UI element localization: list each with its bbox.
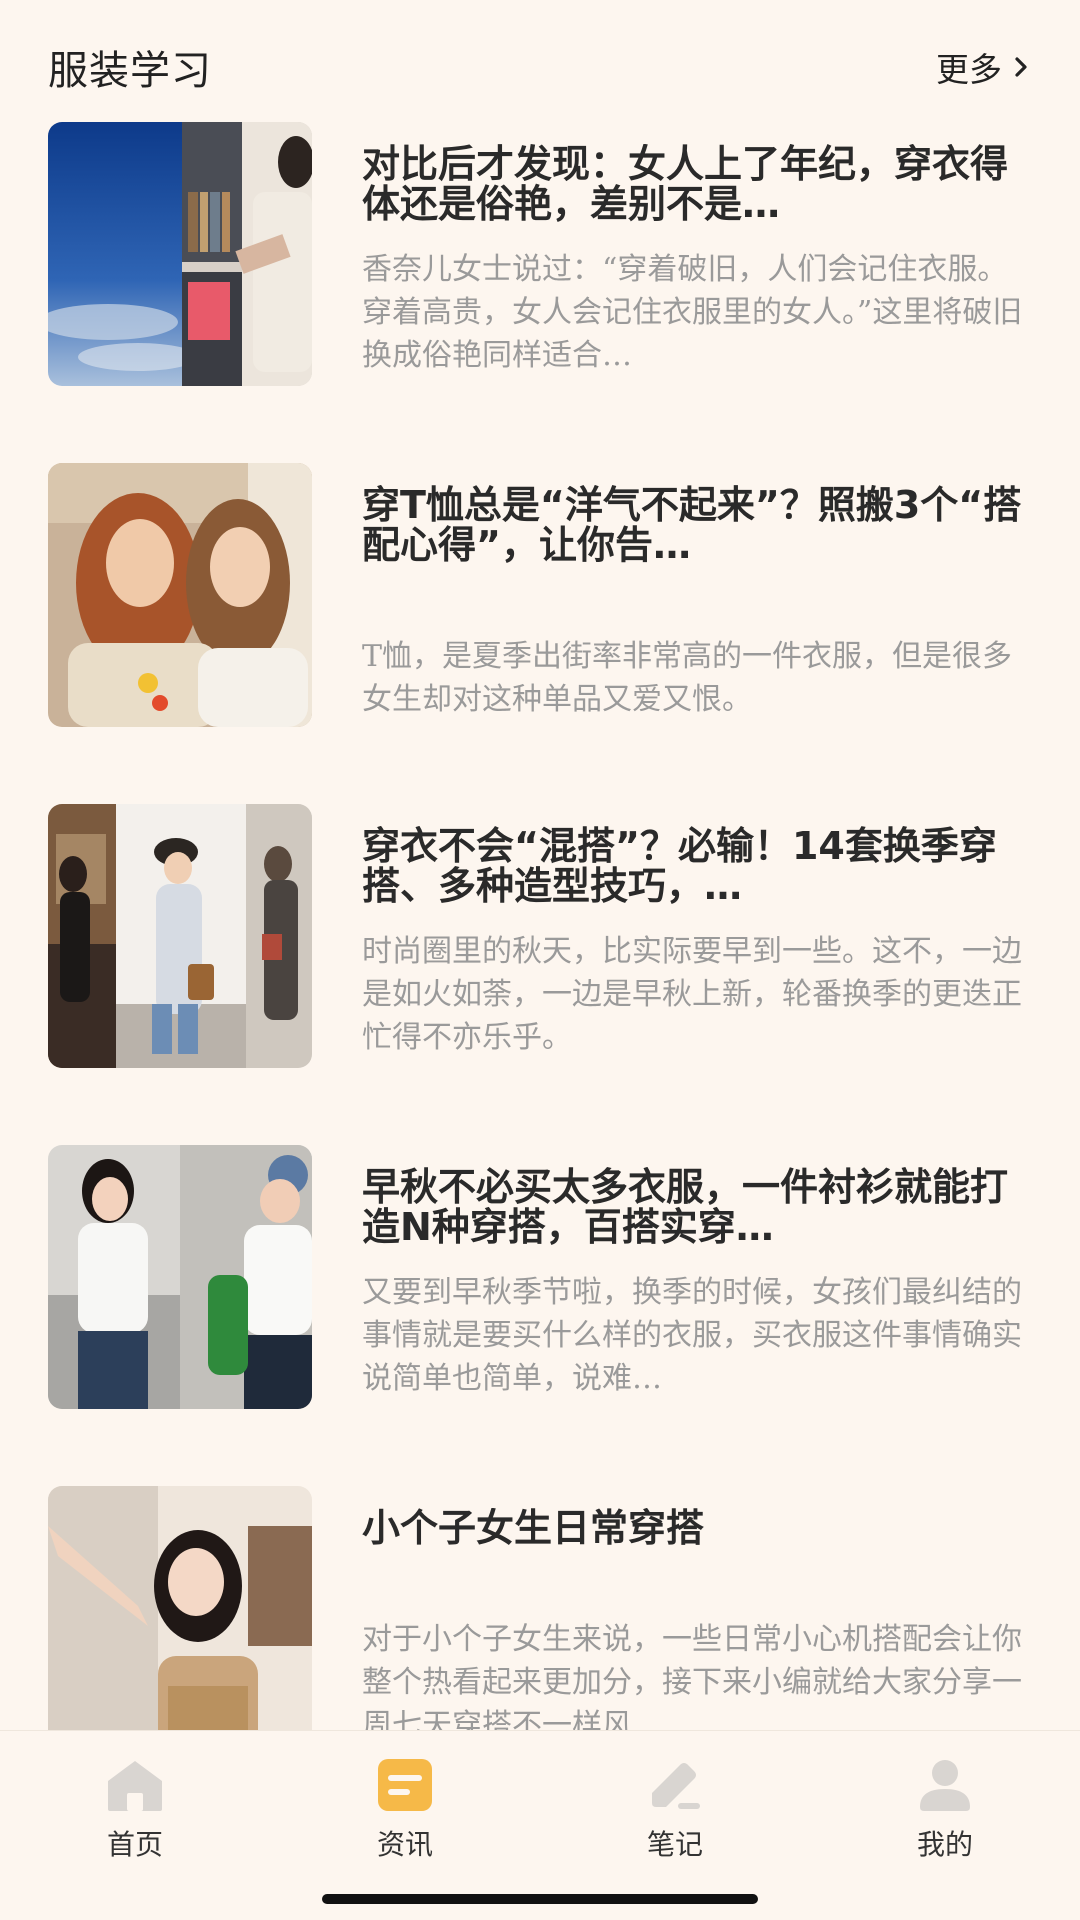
chevron-right-icon (1015, 57, 1027, 77)
tab-label: 笔记 (646, 1828, 703, 1861)
tab-bar: 首页 资讯 笔记 我的 (0, 1730, 1080, 1880)
tab-news[interactable]: 资讯 (325, 1757, 485, 1863)
article-title: 穿T恤总是“洋气不起来”？照搬3个“搭配心得”，让你告… (362, 485, 1022, 565)
tab-profile[interactable]: 我的 (865, 1757, 1025, 1863)
tab-label: 首页 (106, 1828, 163, 1861)
article-thumbnail (48, 1486, 312, 1750)
article-title: 早秋不必买太多衣服，一件衬衫就能打造N种穿搭，百搭实穿… (362, 1167, 1009, 1247)
tab-home[interactable]: 首页 (55, 1757, 215, 1863)
article-thumbnail (48, 804, 312, 1068)
home-icon (108, 1761, 162, 1811)
article-item[interactable]: 小个子女生日常穿搭 对于小个子女生来说，一些日常小心机搭配会让你整个热看起来更加… (48, 1486, 1032, 1750)
article-item[interactable]: 对比后才发现：女人上了年纪，穿衣得体还是俗艳，差别不是… 香奈儿女士说过：“穿着… (48, 122, 1032, 386)
article-thumbnail (48, 463, 312, 727)
article-item[interactable]: 穿衣不会“混搭”？必输！14套换季穿搭、多种造型技巧，… 时尚圈里的秋天，比实际… (48, 804, 1032, 1068)
more-button[interactable]: 更多 (936, 43, 1032, 91)
article-item[interactable]: 早秋不必买太多衣服，一件衬衫就能打造N种穿搭，百搭实穿… 又要到早秋季节啦，换季… (48, 1145, 1032, 1409)
page-title: 服装学习 (48, 48, 212, 94)
news-icon (378, 1759, 432, 1811)
profile-icon (920, 1760, 970, 1811)
tab-notes[interactable]: 笔记 (595, 1757, 755, 1863)
article-summary: 时尚圈里的秋天，比实际要早到一些。这不，一边是如火如荼，一边是早秋上新，轮番换季… (362, 934, 1022, 1055)
article-title: 小个子女生日常穿搭 (362, 1508, 705, 1548)
article-thumbnail (48, 122, 312, 386)
app-screen: 服装学习 更多 对比后才发现：女人上了年纪，穿衣得体还是俗艳，差别不是… 香奈儿… (0, 0, 1080, 1920)
note-icon (652, 1763, 700, 1809)
article-summary: 又要到早秋季节啦，换季的时候，女孩们最纠结的事情就是要买什么样的衣服，买衣服这件… (362, 1275, 1022, 1396)
section-header: 服装学习 更多 (48, 38, 1032, 96)
article-summary: 香奈儿女士说过：“穿着破旧，人们会记住衣服。穿着高贵，女人会记住衣服里的女人。”… (362, 252, 1023, 373)
tab-label: 资讯 (376, 1828, 433, 1861)
article-thumbnail (48, 1145, 312, 1409)
article-item[interactable]: 穿T恤总是“洋气不起来”？照搬3个“搭配心得”，让你告… T恤，是夏季出街率非常… (48, 463, 1032, 727)
home-indicator[interactable] (322, 1894, 758, 1904)
tab-label: 我的 (916, 1828, 973, 1861)
more-label: 更多 (936, 50, 1002, 89)
article-summary: 对于小个子女生来说，一些日常小心机搭配会让你整个热看起来更加分，接下来小编就给大… (362, 1622, 1022, 1743)
article-title: 对比后才发现：女人上了年纪，穿衣得体还是俗艳，差别不是… (362, 144, 1009, 224)
article-summary: T恤，是夏季出街率非常高的一件衣服，但是很多女生却对这种单品又爱又恨。 (362, 639, 1013, 717)
article-title: 穿衣不会“混搭”？必输！14套换季穿搭、多种造型技巧，… (362, 826, 997, 906)
